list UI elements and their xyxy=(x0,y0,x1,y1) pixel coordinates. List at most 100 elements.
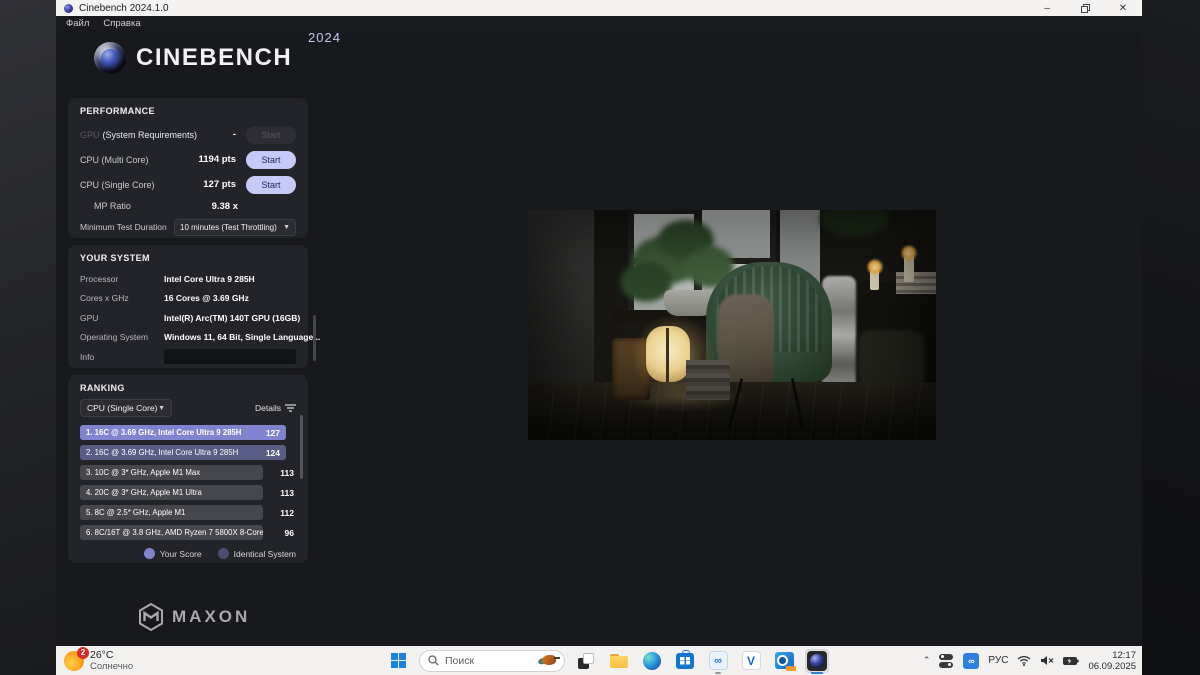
start-button[interactable] xyxy=(386,649,410,673)
mp-ratio-value: 9.38 x xyxy=(212,201,238,212)
duration-value: 10 minutes (Test Throttling) xyxy=(180,223,277,232)
render-preview xyxy=(528,210,936,440)
tray-chevron-icon[interactable]: ⌃ xyxy=(923,655,931,666)
tray-device-icon[interactable] xyxy=(939,653,954,668)
outlook-button[interactable] xyxy=(772,649,796,673)
duration-dropdown[interactable]: 10 minutes (Test Throttling) ▼ xyxy=(174,219,296,236)
ranking-row-1[interactable]: 1. 16C @ 3.69 GHz, Intel Core Ultra 9 28… xyxy=(80,425,296,440)
processor-value: Intel Core Ultra 9 285H xyxy=(164,274,255,284)
gpu-requirements-link[interactable]: (System Requirements) xyxy=(103,130,198,140)
rank-score: 113 xyxy=(280,468,296,478)
clock[interactable]: 12:17 06.09.2025 xyxy=(1088,650,1136,672)
edge-button[interactable] xyxy=(640,649,664,673)
close-button[interactable]: ✕ xyxy=(1104,0,1142,16)
file-explorer-button[interactable] xyxy=(607,649,631,673)
ranking-row-3[interactable]: 3. 10C @ 3* GHz, Apple M1 Max 113 xyxy=(80,465,296,480)
your-score-dot xyxy=(144,548,155,559)
battery-icon[interactable] xyxy=(1063,656,1079,666)
gpu-score: - xyxy=(233,129,236,140)
microsoft-store-button[interactable] xyxy=(673,649,697,673)
weather-widget[interactable]: 2 26°C Солнечно xyxy=(64,646,133,675)
rank-score: 96 xyxy=(285,528,296,538)
performance-title: PERFORMANCE xyxy=(80,106,296,116)
rank-score: 112 xyxy=(280,508,296,518)
tray-date: 06.09.2025 xyxy=(1088,661,1136,672)
menu-file[interactable]: Файл xyxy=(66,18,89,29)
ranking-row-5[interactable]: 5. 8C @ 2.5* GHz, Apple M1 112 xyxy=(80,505,296,520)
cinebench-brand: CINEBENCH 2024 xyxy=(94,42,292,74)
app-scrollbar[interactable] xyxy=(313,315,316,361)
gpu-label: GPU xyxy=(80,130,100,140)
ranking-row-6[interactable]: 6. 8C/16T @ 3.8 GHz, AMD Ryzen 7 5800X 8… xyxy=(80,525,296,540)
ranking-legend: Your Score Identical System xyxy=(80,548,296,559)
cpu-multi-score: 1194 pts xyxy=(199,154,237,165)
identical-system-dot xyxy=(218,548,229,559)
maximize-button[interactable] xyxy=(1066,0,1104,16)
brand-year: 2024 xyxy=(308,30,341,45)
letterbox-right xyxy=(1142,0,1200,675)
chevron-down-icon: ▼ xyxy=(158,405,165,412)
language-indicator[interactable]: РУС xyxy=(988,655,1008,666)
running-indicator xyxy=(715,672,721,674)
info-input[interactable] xyxy=(164,349,296,364)
your-system-title: YOUR SYSTEM xyxy=(80,253,296,263)
cinebench-taskbar-button[interactable] xyxy=(805,649,829,673)
designer-app-button[interactable]: ∞ xyxy=(706,649,730,673)
weather-temp: 26°C xyxy=(90,650,133,661)
cinebench-taskbar-icon xyxy=(807,651,827,671)
cpu-multi-row: CPU (Multi Core) 1194 pts Start xyxy=(80,147,296,172)
menu-help[interactable]: Справка xyxy=(103,18,140,29)
maxon-logo-icon xyxy=(138,603,164,631)
cinebench-logo-icon xyxy=(94,42,126,74)
window-titlebar: Cinebench 2024.1.0 – ✕ xyxy=(56,0,1142,16)
active-indicator xyxy=(811,672,823,674)
rank-score: 113 xyxy=(280,488,296,498)
store-icon xyxy=(676,653,694,669)
performance-panel: PERFORMANCE GPU (System Requirements) - … xyxy=(68,98,308,238)
your-system-panel: YOUR SYSTEM Processor Intel Core Ultra 9… xyxy=(68,245,308,368)
mp-ratio-row: MP Ratio 9.38 x xyxy=(80,197,296,215)
task-view-button[interactable] xyxy=(574,649,598,673)
minimize-button[interactable]: – xyxy=(1028,0,1066,16)
v-app-button[interactable]: V xyxy=(739,649,763,673)
wifi-icon[interactable] xyxy=(1017,655,1031,666)
rank-score: 127 xyxy=(266,428,280,438)
cpu-multi-start-button[interactable]: Start xyxy=(246,151,296,169)
ranking-row-4[interactable]: 4. 20C @ 3* GHz, Apple M1 Ultra 113 xyxy=(80,485,296,500)
cores-label: Cores x GHz xyxy=(80,293,164,303)
ranking-scrollbar[interactable] xyxy=(300,415,303,479)
maxon-brand: MAXON xyxy=(138,603,250,631)
your-score-label: Your Score xyxy=(160,549,202,559)
ranking-row-2[interactable]: 2. 16C @ 3.69 GHz, Intel Core Ultra 9 28… xyxy=(80,445,296,460)
search-placeholder: Поиск xyxy=(445,655,474,667)
details-control[interactable]: Details xyxy=(255,403,296,413)
folder-icon xyxy=(610,654,628,668)
system-row-info: Info xyxy=(80,347,296,367)
rank-label: 2. 16C @ 3.69 GHz, Intel Core Ultra 9 28… xyxy=(86,448,238,457)
ranking-filter-value: CPU (Single Core) xyxy=(87,403,157,413)
info-label: Info xyxy=(80,352,164,362)
sun-icon: 2 xyxy=(64,651,84,671)
volume-muted-icon[interactable] xyxy=(1040,655,1054,666)
brand-title: CINEBENCH xyxy=(136,44,292,72)
search-box[interactable]: Поиск xyxy=(419,650,565,672)
gpu-start-button[interactable]: Start xyxy=(246,126,296,144)
windows-logo-icon xyxy=(391,653,406,668)
details-label: Details xyxy=(255,403,281,413)
task-view-icon xyxy=(578,653,594,669)
screen: Cinebench 2024.1.0 – ✕ Файл Справка CINE… xyxy=(0,0,1200,675)
tray-infinity-icon[interactable]: ∞ xyxy=(963,653,979,669)
os-label: Operating System xyxy=(80,332,164,342)
cinebench-app-icon xyxy=(64,4,73,13)
ranking-filter-dropdown[interactable]: CPU (Single Core) ▼ xyxy=(80,399,172,417)
system-row-processor: Processor Intel Core Ultra 9 285H xyxy=(80,269,296,289)
cpu-single-start-button[interactable]: Start xyxy=(246,176,296,194)
weather-condition: Солнечно xyxy=(90,661,133,672)
menu-bar: Файл Справка xyxy=(56,16,1142,30)
edge-icon xyxy=(643,652,661,670)
mp-ratio-label: MP Ratio xyxy=(94,201,131,211)
system-gpu-value: Intel(R) Arc(TM) 140T GPU (16GB) xyxy=(164,313,300,323)
duration-row: Minimum Test Duration 10 minutes (Test T… xyxy=(80,215,296,239)
system-row-os: Operating System Windows 11, 64 Bit, Sin… xyxy=(80,328,296,348)
duration-label: Minimum Test Duration xyxy=(80,222,167,232)
